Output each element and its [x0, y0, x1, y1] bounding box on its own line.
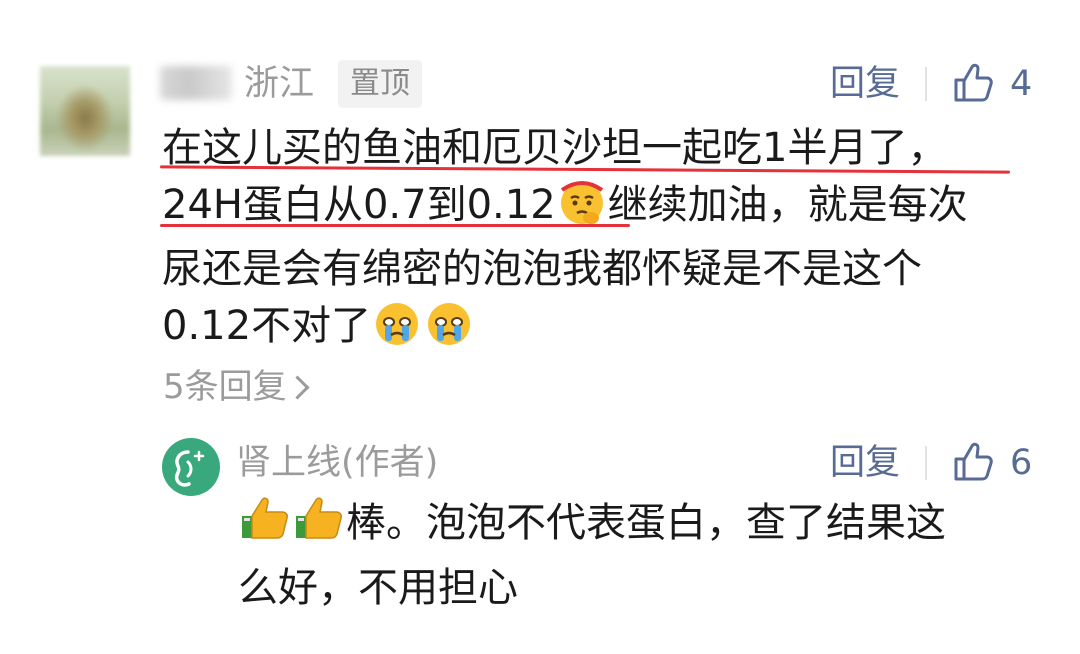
pinned-badge: 置顶: [338, 60, 422, 108]
like-button[interactable]: [952, 441, 994, 483]
reply-line-1: 棒。泡泡不代表蛋白，查了结果这: [238, 494, 1028, 560]
comment-line-4: 0.12不对了: [162, 298, 1042, 363]
commenter-location: 浙江: [244, 64, 315, 104]
more-replies-link[interactable]: 5条回复: [163, 366, 310, 408]
more-replies-label: 5条回复: [163, 367, 287, 407]
like-button[interactable]: [952, 62, 994, 104]
reply-line-2: 么好，不用担心: [238, 564, 518, 611]
comment-line-2: 24H蛋白从0.7到0.12 继续加油，就是每次: [162, 177, 1042, 242]
reply-line-1-text: 棒。泡泡不代表蛋白，查了结果这: [346, 500, 946, 546]
crying-face-emoji: [423, 299, 475, 363]
thumbs-up-emoji: [238, 494, 292, 560]
chevron-right-icon: [285, 375, 310, 400]
like-count: 6: [1010, 443, 1033, 483]
action-divider: [925, 67, 927, 101]
reply-button[interactable]: 回复: [830, 442, 900, 484]
comment-line-4-text: 0.12不对了: [162, 302, 372, 349]
author-reply-body: 棒。泡泡不代表蛋白，查了结果这 么好，不用担心: [238, 494, 1028, 616]
thumbs-up-emoji: [292, 494, 346, 560]
author-avatar[interactable]: [162, 438, 220, 496]
kidney-logo-icon: [174, 450, 205, 487]
commenter-avatar[interactable]: [40, 66, 130, 156]
comment-line-2-start: 24H蛋白从0.7到0.12: [162, 181, 556, 228]
reply-button[interactable]: 回复: [830, 63, 900, 105]
highlight-underline: [160, 224, 630, 227]
author-name[interactable]: 肾上线(作者): [236, 442, 438, 484]
crying-face-emoji: [371, 299, 423, 363]
comment-body: 在这儿买的鱼油和厄贝沙坦一起吃1半月了， 24H蛋白从0.7到0.12 继续加油…: [162, 120, 1042, 362]
like-count: 4: [1010, 64, 1033, 104]
thinking-face-emoji: [556, 178, 608, 242]
commenter-name-blurred[interactable]: [160, 66, 232, 100]
comment-line-3: 尿还是会有绵密的泡泡我都怀疑是不是这个: [162, 246, 922, 292]
thumbs-up-icon: [954, 63, 993, 102]
thumbs-up-icon: [954, 442, 993, 481]
action-divider: [925, 446, 927, 480]
comment-line-2-end: 继续加油，就是每次: [607, 181, 968, 228]
